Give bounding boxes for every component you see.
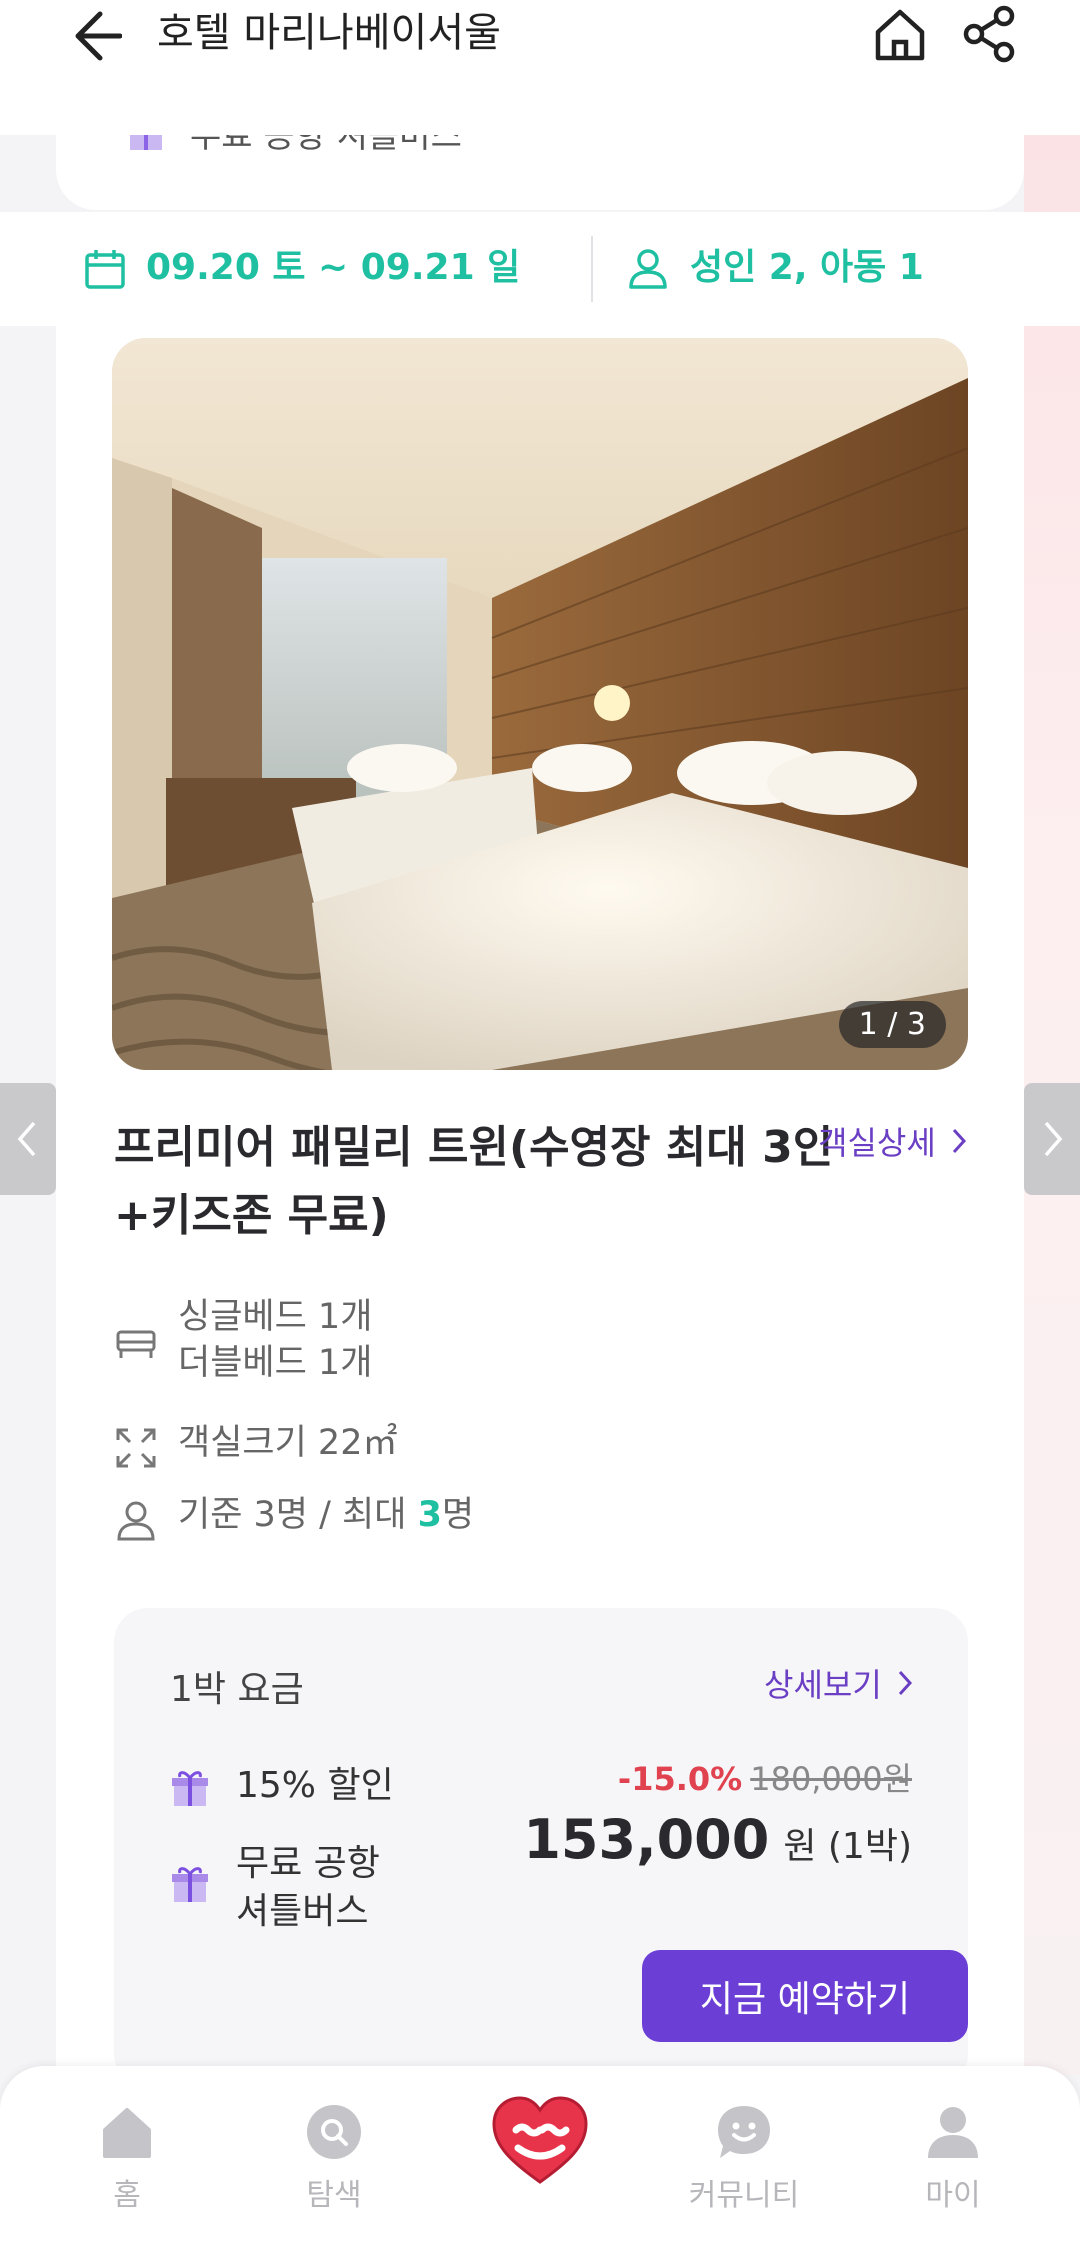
tab-community[interactable]: 커뮤니티: [669, 2104, 819, 2214]
chevron-right-icon: [952, 1128, 966, 1154]
final-price: 153,000 원 (1박): [523, 1808, 912, 1871]
tab-home[interactable]: 홈: [52, 2104, 202, 2214]
price-detail-link[interactable]: 상세보기: [764, 1660, 914, 1706]
home-icon: [103, 2108, 151, 2158]
next-room-button[interactable]: [1024, 1083, 1080, 1195]
stay-summary-bar: 09.20 토 ~ 09.21 일 성인 2, 아동 1: [0, 212, 1080, 326]
room-size: 객실크기 22㎡: [178, 1423, 398, 1463]
tab-label: 홈: [113, 2178, 141, 2213]
user-icon: [928, 2107, 978, 2158]
room-card: 1 / 3 프리미어 패밀리 트윈(수영장 최대 3인+키즈존 무료) 객실상세…: [56, 326, 1024, 2088]
app-header: 호텔 마리나베이서울: [0, 0, 1080, 135]
perk-item: 무료 공항 셔틀버스: [170, 1840, 380, 1936]
gift-icon: [172, 1867, 208, 1902]
price-unit: 원 (1박): [783, 1826, 912, 1867]
room-name: 프리미어 패밀리 트윈(수영장 최대 3인+키즈존 무료): [114, 1122, 834, 1241]
tab-my[interactable]: 마이: [878, 2104, 1028, 2214]
person-icon: [117, 1501, 155, 1541]
room-photo[interactable]: 1 / 3: [112, 338, 968, 1070]
room-size-info: 객실크기 22㎡: [114, 1420, 397, 1470]
room-detail-link[interactable]: 객실상세: [818, 1118, 968, 1164]
capacity-max: 3: [417, 1495, 442, 1535]
expand-icon: [116, 1428, 156, 1468]
book-now-button[interactable]: 지금 예약하기: [642, 1950, 968, 2042]
price-title: 1박 요금: [170, 1669, 304, 1710]
tab-label: 커뮤니티: [688, 2178, 800, 2213]
bed-icon: [116, 1330, 156, 1358]
guest-count[interactable]: 성인 2, 아동 1: [690, 240, 924, 296]
smile-chat-icon: [718, 2106, 770, 2158]
capacity-info: 기준 3명 / 최대 3명: [114, 1492, 474, 1542]
bed-info: 싱글베드 1개 더블베드 1개: [114, 1294, 372, 1386]
bed-line-2: 더블베드 1개: [178, 1343, 373, 1383]
original-price: 180,000원: [750, 1760, 912, 1798]
home-icon[interactable]: [868, 2, 932, 66]
chevron-right-icon: [898, 1670, 912, 1696]
room-photo-illustration: [112, 338, 968, 1070]
tab-main-logo[interactable]: [465, 2096, 615, 2186]
room-detail-label: 객실상세: [818, 1124, 936, 1162]
capacity-suffix: 명: [441, 1495, 475, 1535]
tab-search[interactable]: 탐색: [259, 2104, 409, 2214]
tab-label: 탐색: [306, 2178, 362, 2213]
perk-text: 무료 공항 셔틀버스: [236, 1843, 380, 1932]
price-box: 1박 요금 상세보기 15% 할인 무료 공항 셔틀버스 -15.0% 180,…: [114, 1608, 968, 2088]
chevron-left-icon: [17, 1121, 36, 1157]
tab-label: 마이: [925, 2178, 981, 2213]
discount-info: -15.0% 180,000원: [618, 1754, 912, 1800]
share-icon[interactable]: [958, 2, 1022, 66]
divider: [591, 236, 593, 302]
perk-item: 15% 할인: [170, 1762, 394, 1810]
person-icon: [629, 249, 667, 289]
heart-logo-icon: [492, 2096, 588, 2184]
bed-line-1: 싱글베드 1개: [178, 1297, 373, 1337]
price-amount: 153,000: [523, 1808, 770, 1871]
bottom-navigation: 홈 탐색 커뮤니티 마이: [0, 2066, 1080, 2241]
photo-counter: 1 / 3: [838, 1001, 946, 1048]
perk-text: 15% 할인: [236, 1765, 394, 1806]
prev-room-button[interactable]: [0, 1083, 56, 1195]
price-detail-label: 상세보기: [764, 1666, 882, 1704]
chevron-right-icon: [1044, 1121, 1063, 1157]
stay-dates[interactable]: 09.20 토 ~ 09.21 일: [146, 240, 520, 296]
discount-percent: -15.0%: [617, 1760, 743, 1798]
back-arrow-icon[interactable]: [58, 4, 122, 68]
capacity-prefix: 기준 3명 / 최대: [178, 1495, 418, 1535]
gift-icon: [172, 1771, 208, 1806]
calendar-icon: [85, 250, 125, 289]
page-title: 호텔 마리나베이서울: [157, 10, 501, 56]
search-icon: [307, 2105, 361, 2159]
